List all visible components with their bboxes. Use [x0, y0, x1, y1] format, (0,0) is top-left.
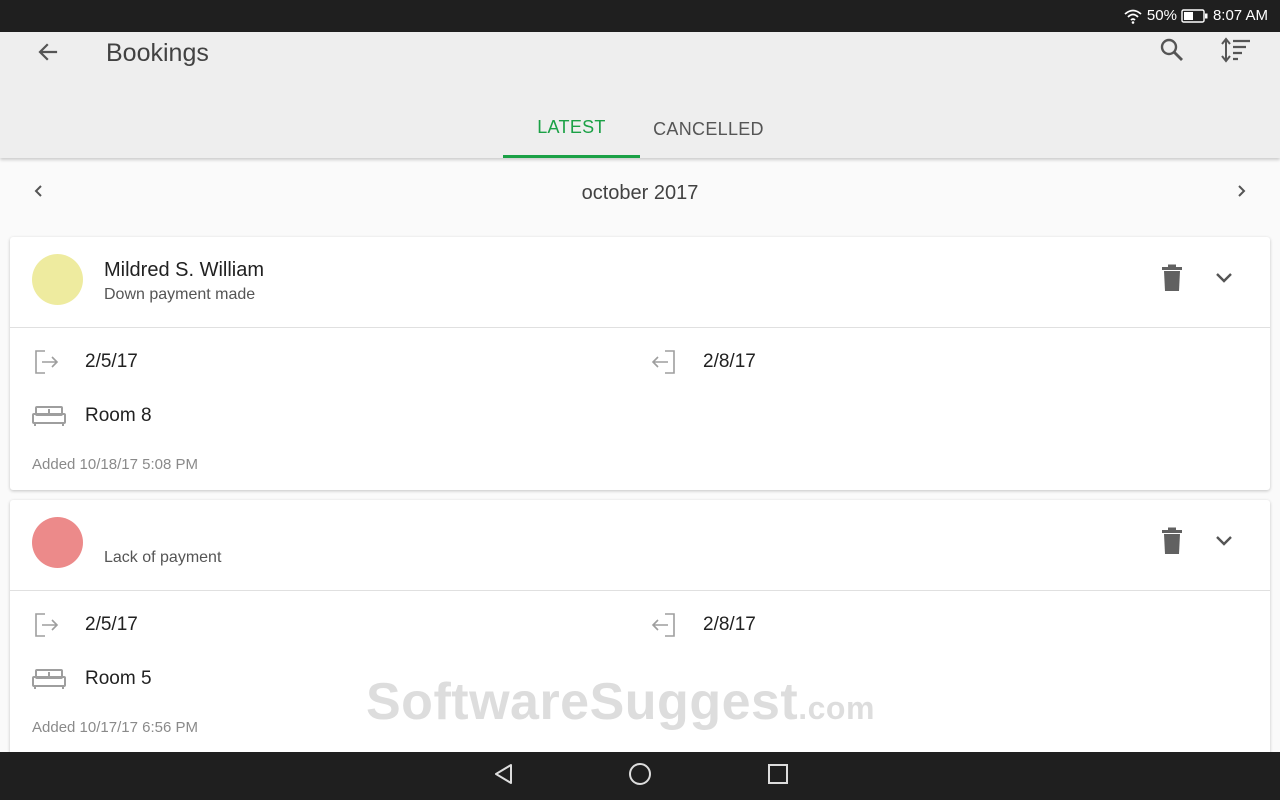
- room-row: Room 5: [32, 664, 152, 694]
- bed-icon: [32, 664, 66, 694]
- tab-bar: LATEST CANCELLED: [503, 100, 777, 158]
- check-out-icon: [650, 610, 684, 640]
- system-home-button[interactable]: [625, 761, 655, 791]
- check-out-date: 2/8/17: [703, 351, 756, 372]
- back-arrow-icon: [36, 40, 60, 69]
- guest-name: Mildred S. William: [104, 259, 265, 281]
- watermark-suffix: .com: [798, 690, 875, 726]
- chevron-down-icon: [1215, 534, 1233, 552]
- expand-button[interactable]: [1209, 528, 1239, 558]
- expand-button[interactable]: [1209, 265, 1239, 295]
- next-month-button[interactable]: [1228, 178, 1254, 208]
- payment-status: Lack of payment: [104, 549, 222, 566]
- tab-cancelled[interactable]: CANCELLED: [640, 100, 777, 158]
- delete-button[interactable]: [1161, 527, 1183, 559]
- sort-icon: [1221, 36, 1251, 68]
- status-indicators: 50% 8:07 AM: [1123, 7, 1268, 24]
- page-title: Bookings: [106, 39, 209, 67]
- watermark-text: SoftwareSuggest: [366, 673, 799, 731]
- chevron-right-icon: [1235, 183, 1247, 204]
- nav-recents-icon: [767, 763, 789, 790]
- room-name: Room 8: [85, 405, 152, 426]
- sort-button[interactable]: [1219, 36, 1253, 68]
- system-nav-bar: [0, 752, 1280, 800]
- nav-home-icon: [628, 762, 652, 791]
- tab-latest[interactable]: LATEST: [503, 100, 640, 158]
- check-in-date: 2/5/17: [85, 614, 138, 635]
- battery-icon: [1181, 8, 1209, 23]
- room-row: Room 8: [32, 401, 152, 431]
- search-icon: [1159, 37, 1185, 68]
- month-label: october 2017: [581, 182, 699, 204]
- search-button[interactable]: [1156, 36, 1188, 68]
- check-in-icon: [32, 610, 66, 640]
- avatar: [32, 254, 83, 305]
- check-in-row: 2/5/17: [32, 347, 138, 377]
- booking-card-header: Lack of payment: [10, 500, 1270, 591]
- back-button[interactable]: [32, 38, 64, 70]
- trash-icon: [1161, 527, 1183, 560]
- wifi-icon: [1123, 8, 1143, 24]
- battery-percent: 50%: [1146, 7, 1177, 24]
- check-in-date: 2/5/17: [85, 351, 138, 372]
- bed-icon: [32, 401, 66, 431]
- payment-status: Down payment made: [104, 286, 256, 303]
- booking-card-header: Mildred S. William Down payment made: [10, 237, 1270, 328]
- month-navigator: october 2017: [0, 170, 1280, 216]
- added-timestamp: Added 10/17/17 6:56 PM: [32, 719, 198, 736]
- avatar: [32, 517, 83, 568]
- trash-icon: [1161, 264, 1183, 297]
- check-in-row: 2/5/17: [32, 610, 138, 640]
- check-out-row: 2/8/17: [650, 347, 756, 377]
- delete-button[interactable]: [1161, 264, 1183, 296]
- clock: 8:07 AM: [1212, 7, 1268, 24]
- booking-card[interactable]: Mildred S. William Down payment made 2/5…: [10, 237, 1270, 490]
- nav-back-icon: [492, 762, 514, 791]
- status-bar: 50% 8:07 AM: [0, 0, 1280, 32]
- check-out-date: 2/8/17: [703, 614, 756, 635]
- chevron-down-icon: [1215, 271, 1233, 289]
- check-out-icon: [650, 347, 684, 377]
- check-in-icon: [32, 347, 66, 377]
- watermark: SoftwareSuggest.com: [366, 672, 875, 732]
- app-bar: Bookings LATEST CANCELLED: [0, 32, 1280, 158]
- system-recents-button[interactable]: [763, 761, 793, 791]
- added-timestamp: Added 10/18/17 5:08 PM: [32, 456, 198, 473]
- room-name: Room 5: [85, 668, 152, 689]
- system-back-button[interactable]: [488, 761, 518, 791]
- check-out-row: 2/8/17: [650, 610, 756, 640]
